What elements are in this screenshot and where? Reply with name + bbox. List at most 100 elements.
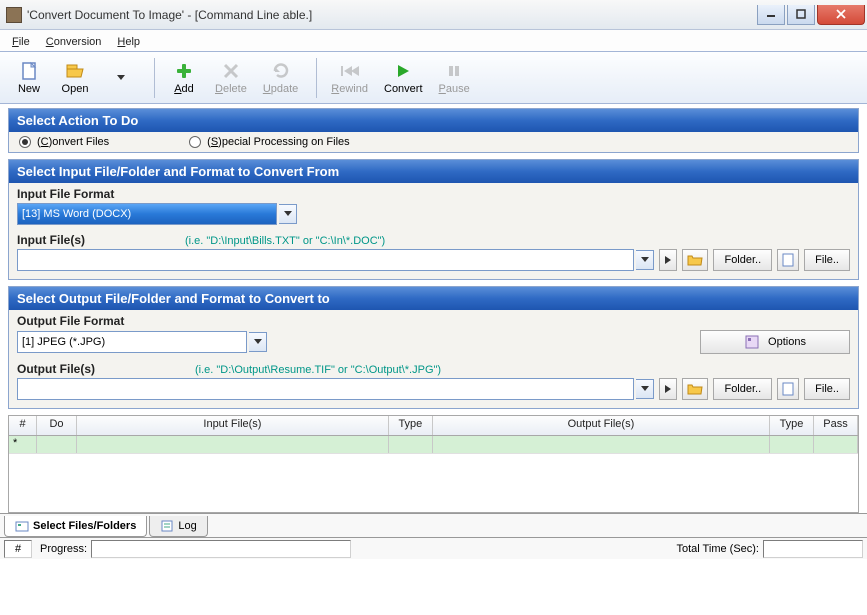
convert-label: Convert	[384, 83, 423, 95]
file-table: # Do Input File(s) Type Output File(s) T…	[8, 415, 859, 513]
open-icon	[65, 61, 85, 81]
pause-button[interactable]: Pause	[433, 55, 476, 101]
tab-select-files[interactable]: Select Files/Folders	[4, 516, 147, 537]
input-files-dropdown[interactable]	[636, 250, 654, 270]
rewind-icon	[340, 61, 360, 81]
new-button[interactable]: New	[8, 55, 50, 101]
input-folder-icon-button[interactable]	[682, 249, 708, 271]
total-time-value	[763, 540, 863, 558]
tab-icon	[160, 519, 174, 533]
play-small-icon	[664, 384, 672, 394]
output-format-combo[interactable]: [1] JPEG (*.JPG)	[17, 331, 247, 353]
open-label: Open	[62, 83, 89, 95]
action-panel-header: Select Action To Do	[9, 109, 858, 132]
menu-help[interactable]: Help	[109, 32, 148, 50]
window-title: 'Convert Document To Image' - [Command L…	[27, 8, 755, 22]
output-panel: Select Output File/Folder and Format to …	[8, 286, 859, 409]
input-format-combo[interactable]: [13] MS Word (DOCX)	[17, 203, 277, 225]
plus-icon	[174, 61, 194, 81]
col-input[interactable]: Input File(s)	[77, 416, 389, 435]
input-folder-button[interactable]: Folder..	[713, 249, 772, 271]
output-format-dropdown[interactable]	[249, 332, 267, 352]
app-icon	[6, 7, 22, 23]
main-content: Select Action To Do (C)onvert Files (S)p…	[0, 104, 867, 513]
menubar: File Conversion Help	[0, 30, 867, 52]
input-format-label: Input File Format	[17, 187, 850, 201]
tab-icon	[15, 519, 29, 533]
radio-icon	[189, 136, 201, 148]
radio-icon	[19, 136, 31, 148]
add-button[interactable]: Add	[163, 55, 205, 101]
menu-conversion[interactable]: Conversion	[38, 32, 110, 50]
chevron-down-icon	[117, 75, 125, 81]
rewind-button[interactable]: Rewind	[325, 55, 374, 101]
output-folder-icon-button[interactable]	[682, 378, 708, 400]
delete-icon	[221, 61, 241, 81]
statusbar: # Progress: Total Time (Sec):	[0, 537, 867, 559]
col-num[interactable]: #	[9, 416, 37, 435]
toolbar-separator	[316, 58, 317, 98]
options-icon	[744, 334, 760, 350]
folder-icon	[687, 253, 703, 267]
output-files-dropdown[interactable]	[636, 379, 654, 399]
col-do[interactable]: Do	[37, 416, 77, 435]
col-pass[interactable]: Pass	[814, 416, 858, 435]
col-type2[interactable]: Type	[770, 416, 814, 435]
options-button[interactable]: Options	[700, 330, 850, 354]
col-output[interactable]: Output File(s)	[433, 416, 770, 435]
input-run-button[interactable]	[659, 249, 677, 271]
file-icon	[782, 253, 794, 267]
table-row[interactable]: *	[9, 436, 858, 454]
total-time-label: Total Time (Sec):	[676, 543, 759, 555]
progress-value	[91, 540, 351, 558]
output-hint: (i.e. "D:\Output\Resume.TIF" or "C:\Outp…	[195, 364, 441, 376]
update-button[interactable]: Update	[257, 55, 304, 101]
pause-icon	[444, 61, 464, 81]
table-header: # Do Input File(s) Type Output File(s) T…	[9, 416, 858, 436]
status-hash: #	[4, 540, 32, 558]
input-format-dropdown[interactable]	[279, 204, 297, 224]
play-icon	[393, 61, 413, 81]
tab-log[interactable]: Log	[149, 516, 207, 537]
convert-button[interactable]: Convert	[378, 55, 429, 101]
output-panel-header: Select Output File/Folder and Format to …	[9, 287, 858, 310]
input-hint: (i.e. "D:\Input\Bills.TXT" or "C:\In\*.D…	[185, 235, 385, 247]
row-marker: *	[9, 436, 37, 453]
delete-button[interactable]: Delete	[209, 55, 253, 101]
open-dropdown[interactable]	[100, 55, 142, 101]
input-files-label: Input File(s)	[17, 233, 85, 247]
titlebar: 'Convert Document To Image' - [Command L…	[0, 0, 867, 30]
input-panel: Select Input File/Folder and Format to C…	[8, 159, 859, 280]
new-label: New	[18, 83, 40, 95]
output-run-button[interactable]	[659, 378, 677, 400]
output-folder-button[interactable]: Folder..	[713, 378, 772, 400]
output-files-field[interactable]	[17, 378, 634, 400]
radio-convert-files[interactable]: (C)onvert Files	[19, 134, 109, 150]
action-panel: Select Action To Do (C)onvert Files (S)p…	[8, 108, 859, 153]
close-button[interactable]	[817, 5, 865, 25]
output-format-label: Output File Format	[17, 314, 850, 328]
col-type[interactable]: Type	[389, 416, 433, 435]
toolbar-separator	[154, 58, 155, 98]
folder-icon	[687, 382, 703, 396]
input-file-button[interactable]: File..	[804, 249, 850, 271]
radio-special-processing[interactable]: (S)pecial Processing on Files	[189, 134, 349, 150]
minimize-button[interactable]	[757, 5, 785, 25]
menu-file[interactable]: File	[4, 32, 38, 50]
play-small-icon	[664, 255, 672, 265]
window-controls	[755, 5, 865, 25]
output-file-icon-button[interactable]	[777, 378, 799, 400]
progress-label: Progress:	[40, 543, 87, 555]
new-icon	[19, 61, 39, 81]
input-panel-header: Select Input File/Folder and Format to C…	[9, 160, 858, 183]
file-icon	[782, 382, 794, 396]
refresh-icon	[271, 61, 291, 81]
maximize-button[interactable]	[787, 5, 815, 25]
input-files-field[interactable]	[17, 249, 634, 271]
toolbar: New Open Add Delete Update Rewind Conver…	[0, 52, 867, 104]
output-file-button[interactable]: File..	[804, 378, 850, 400]
sheet-tabs: Select Files/Folders Log	[0, 513, 867, 537]
output-files-label: Output File(s)	[17, 362, 95, 376]
input-file-icon-button[interactable]	[777, 249, 799, 271]
open-button[interactable]: Open	[54, 55, 96, 101]
